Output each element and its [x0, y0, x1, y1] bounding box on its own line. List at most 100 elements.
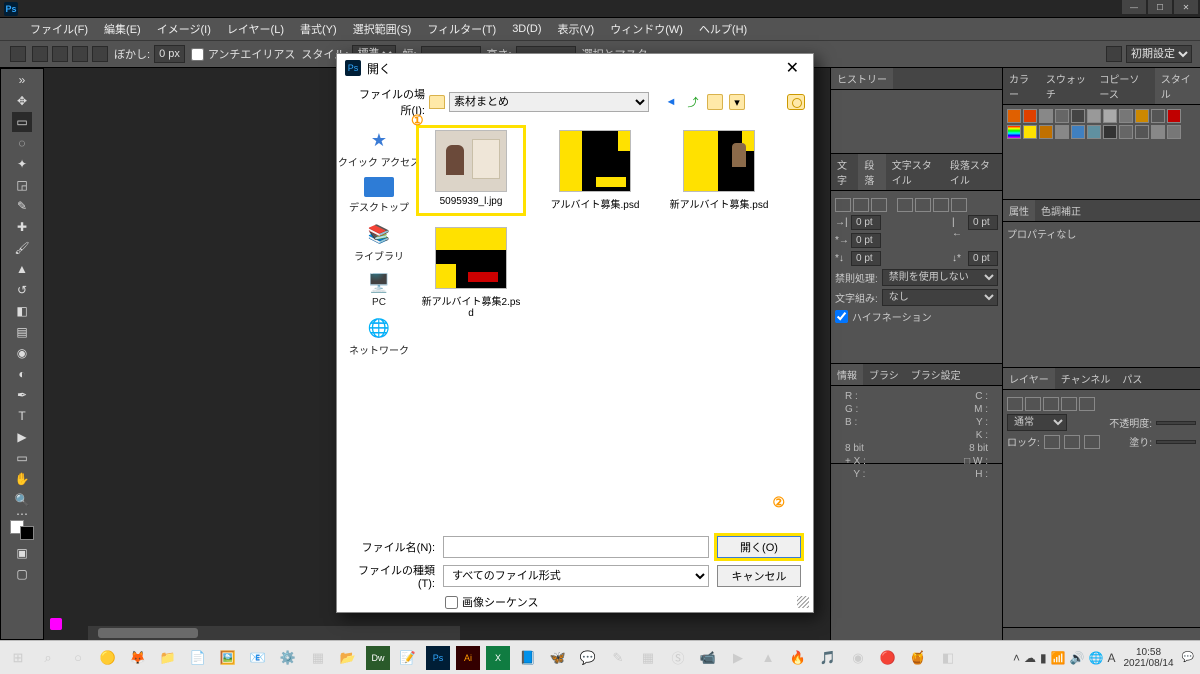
- styles-tab[interactable]: スタイル: [1155, 68, 1200, 104]
- crop-tool[interactable]: ◲: [12, 175, 32, 195]
- nav-recent-icon[interactable]: [707, 94, 723, 110]
- parastyle-tab[interactable]: 段落スタイル: [944, 154, 1002, 190]
- feather-input[interactable]: 0 px: [154, 45, 185, 63]
- fill-input[interactable]: [1156, 440, 1196, 444]
- fg-bg-color[interactable]: [8, 518, 36, 542]
- style-swatch[interactable]: [1135, 125, 1149, 139]
- justify-left-icon[interactable]: [897, 198, 913, 212]
- style-swatch[interactable]: [1055, 109, 1069, 123]
- style-swatch[interactable]: [1039, 125, 1053, 139]
- nav-up-icon[interactable]: ⤴: [685, 94, 701, 110]
- tray-globe-icon[interactable]: 🌐: [1089, 651, 1104, 665]
- taskbar-app-icon[interactable]: ▶: [726, 646, 750, 670]
- tray-chevron-icon[interactable]: ˄: [1013, 651, 1020, 665]
- taskbar-app-icon[interactable]: ◧: [936, 646, 960, 670]
- taskbar-outlook-icon[interactable]: 📧: [246, 646, 270, 670]
- expand-tools-icon[interactable]: »: [12, 70, 32, 90]
- style-swatch[interactable]: [1119, 109, 1133, 123]
- marquee-mode-icon[interactable]: [10, 46, 26, 62]
- dodge-tool[interactable]: ◐: [12, 364, 32, 384]
- hyphenation-checkbox[interactable]: [835, 310, 848, 323]
- taskbar-zoom-icon[interactable]: 📹: [696, 646, 720, 670]
- menu-filter[interactable]: フィルター(T): [421, 19, 502, 39]
- tray-volume-icon[interactable]: 🔊: [1070, 651, 1085, 665]
- minimize-button[interactable]: —: [1122, 0, 1146, 14]
- character-tab[interactable]: 文字: [831, 154, 858, 190]
- notification-center-button[interactable]: 💬: [1182, 652, 1194, 663]
- style-swatch[interactable]: [1103, 125, 1117, 139]
- style-swatch[interactable]: [1023, 125, 1037, 139]
- filter-shape-icon[interactable]: [1061, 397, 1077, 411]
- channels-tab[interactable]: チャンネル: [1055, 368, 1117, 389]
- mojikumi-select[interactable]: なし: [882, 289, 998, 306]
- style-swatch[interactable]: [1071, 109, 1085, 123]
- taskbar-app-icon[interactable]: ▦: [636, 646, 660, 670]
- taskbar-notes-icon[interactable]: 📄: [186, 646, 210, 670]
- menu-help[interactable]: ヘルプ(H): [693, 19, 753, 39]
- style-swatch[interactable]: [1151, 109, 1165, 123]
- filter-pixel-icon[interactable]: [1007, 397, 1023, 411]
- opacity-input[interactable]: [1156, 421, 1196, 425]
- paragraph-tab[interactable]: 段落: [858, 154, 885, 190]
- screen-mode-toggle[interactable]: ▢: [12, 564, 32, 584]
- kinsoku-select[interactable]: 禁則を使用しない: [882, 269, 998, 286]
- layers-tab[interactable]: レイヤー: [1003, 368, 1055, 389]
- style-swatch[interactable]: [1087, 125, 1101, 139]
- history-tab[interactable]: ヒストリー: [831, 68, 893, 89]
- style-swatch[interactable]: [1055, 125, 1069, 139]
- taskbar-app-icon[interactable]: 🍯: [906, 646, 930, 670]
- taskbar-skype-icon[interactable]: Ⓢ: [666, 646, 690, 670]
- align-center-icon[interactable]: [853, 198, 869, 212]
- menu-select[interactable]: 選択範囲(S): [347, 19, 418, 39]
- style-swatch[interactable]: [1167, 109, 1181, 123]
- file-item[interactable]: 新アルバイト募集.psd: [669, 130, 769, 211]
- filter-adjust-icon[interactable]: [1025, 397, 1041, 411]
- taskbar-app-icon[interactable]: ✎: [606, 646, 630, 670]
- tray-battery-icon[interactable]: ▮: [1040, 651, 1047, 665]
- taskbar-app-icon[interactable]: ▦: [306, 646, 330, 670]
- taskbar-sublime-icon[interactable]: 📝: [396, 646, 420, 670]
- hand-tool[interactable]: ✋: [12, 469, 32, 489]
- taskbar-record-icon[interactable]: 🔴: [876, 646, 900, 670]
- resize-grip[interactable]: [797, 596, 809, 608]
- lock-pixels-icon[interactable]: [1044, 435, 1060, 449]
- align-left-icon[interactable]: [835, 198, 851, 212]
- type-tool[interactable]: T: [12, 406, 32, 426]
- menu-3d[interactable]: 3D(D): [506, 21, 547, 37]
- space-before-input[interactable]: 0 pt: [851, 251, 881, 266]
- taskbar-dreamweaver-icon[interactable]: Dw: [366, 646, 390, 670]
- style-swatch[interactable]: [1167, 125, 1181, 139]
- place-pc[interactable]: 🖥️PC: [365, 271, 393, 308]
- style-swatch[interactable]: [1119, 125, 1133, 139]
- taskbar-excel-icon[interactable]: X: [486, 646, 510, 670]
- bool-intersect-icon[interactable]: [92, 46, 108, 62]
- style-swatch[interactable]: [1007, 109, 1021, 123]
- taskbar-app-icon[interactable]: 💬: [576, 646, 600, 670]
- path-select-tool[interactable]: ▶: [12, 427, 32, 447]
- workspace-switcher[interactable]: 初期設定: [1126, 45, 1192, 63]
- tray-wifi-icon[interactable]: 📶: [1051, 651, 1066, 665]
- quick-select-tool[interactable]: ✦: [12, 154, 32, 174]
- history-brush-tool[interactable]: ↺: [12, 280, 32, 300]
- taskbar-app-icon[interactable]: 📂: [336, 646, 360, 670]
- tray-cloud-icon[interactable]: ☁: [1024, 651, 1036, 665]
- antialias-checkbox[interactable]: [191, 48, 204, 61]
- taskbar-music-icon[interactable]: 🎵: [816, 646, 840, 670]
- place-quick-access[interactable]: ★クイック アクセス: [338, 128, 420, 169]
- taskbar-firefox-icon[interactable]: 🦊: [126, 646, 150, 670]
- search-icon[interactable]: [1106, 46, 1122, 62]
- menu-window[interactable]: ウィンドウ(W): [604, 19, 689, 39]
- location-select[interactable]: 素材まとめ: [449, 92, 649, 112]
- style-swatch[interactable]: [1135, 109, 1149, 123]
- bool-add-icon[interactable]: [52, 46, 68, 62]
- justify-right-icon[interactable]: [933, 198, 949, 212]
- view-mode-icon[interactable]: ▾: [729, 94, 745, 110]
- place-desktop[interactable]: デスクトップ: [349, 177, 409, 214]
- pen-tool[interactable]: ✒: [12, 385, 32, 405]
- eraser-tool[interactable]: ◧: [12, 301, 32, 321]
- menu-layer[interactable]: レイヤー(L): [221, 19, 290, 39]
- file-item[interactable]: 新アルバイト募集2.psd: [421, 227, 521, 319]
- style-swatch[interactable]: [1023, 109, 1037, 123]
- style-swatch[interactable]: [1071, 125, 1085, 139]
- swatches-tab[interactable]: スウォッチ: [1040, 68, 1094, 104]
